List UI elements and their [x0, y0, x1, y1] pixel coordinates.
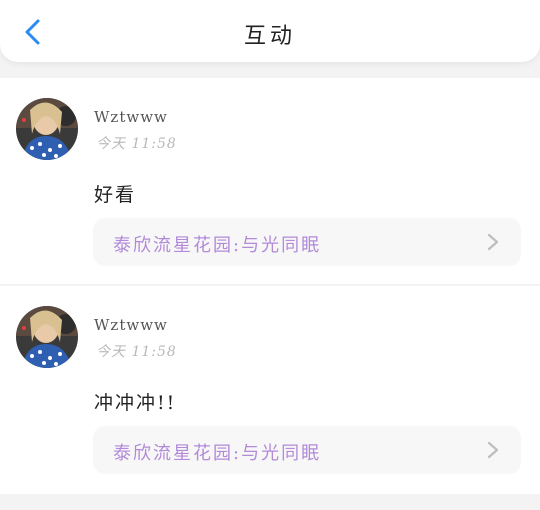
comment-card: Wztwww 今天 11:58 冲冲冲!! 泰欣流星花园:与光同眠: [0, 286, 540, 494]
comment-text: 好看: [94, 184, 137, 206]
chevron-right-icon: [487, 441, 499, 459]
username[interactable]: Wztwww: [94, 316, 168, 334]
page-title: 互动: [243, 24, 296, 49]
timestamp: 今天 11:58: [96, 344, 177, 360]
top-bar: 互动: [0, 0, 540, 62]
post-link[interactable]: 泰欣流星花园:与光同眠: [93, 426, 521, 474]
post-link[interactable]: 泰欣流星花园:与光同眠: [93, 218, 521, 266]
timestamp: 今天 11:58: [96, 136, 177, 152]
bottom-spacer: [0, 496, 540, 510]
post-link-title: 泰欣流星花园:与光同眠: [113, 443, 322, 464]
chevron-right-icon: [487, 233, 499, 251]
avatar[interactable]: [16, 306, 78, 368]
username[interactable]: Wztwww: [94, 108, 168, 126]
avatar[interactable]: [16, 98, 78, 160]
post-link-title: 泰欣流星花园:与光同眠: [113, 235, 322, 256]
comment-card: Wztwww 今天 11:58 好看 泰欣流星花园:与光同眠: [0, 78, 540, 284]
comment-text: 冲冲冲!!: [94, 392, 177, 414]
